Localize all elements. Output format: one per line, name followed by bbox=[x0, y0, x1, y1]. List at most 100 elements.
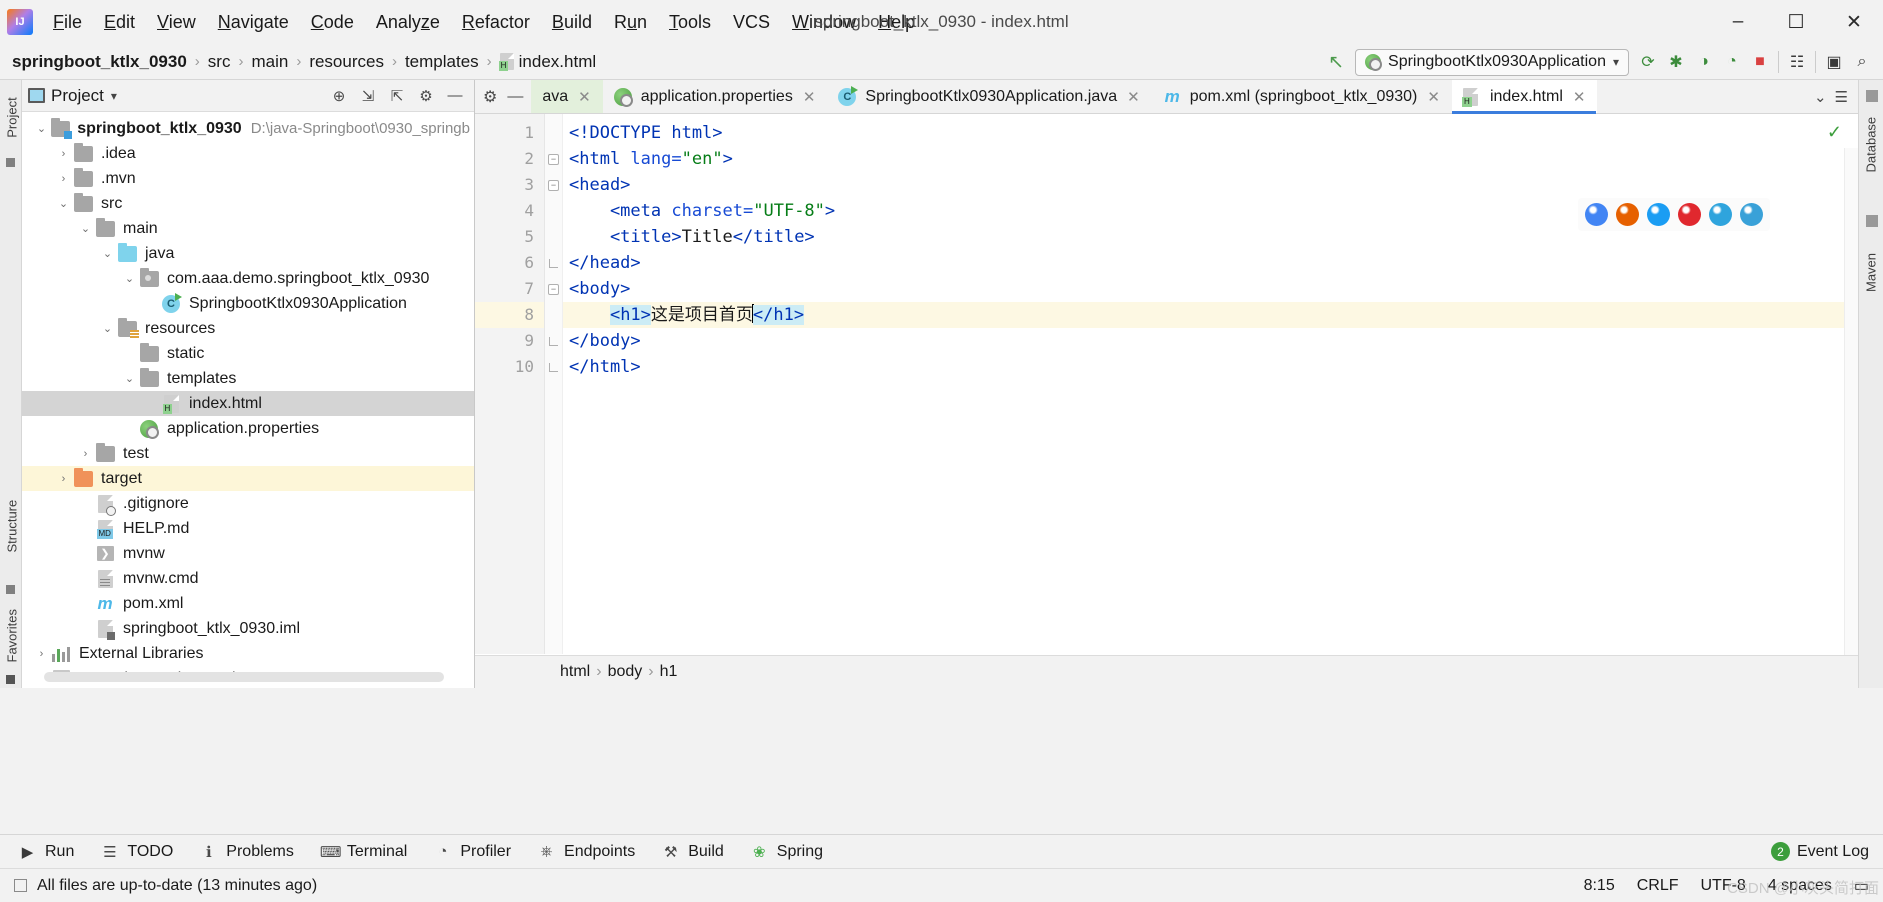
minimize-button[interactable]: – bbox=[1709, 0, 1767, 44]
run-with-coverage-icon[interactable]: ◑ bbox=[1691, 49, 1717, 75]
tree-node-static[interactable]: ›static bbox=[22, 341, 474, 366]
tree-node-springboot-ktlx-0930-iml[interactable]: ›springboot_ktlx_0930.iml bbox=[22, 616, 474, 641]
tree-node-mvnw[interactable]: ›❯mvnw bbox=[22, 541, 474, 566]
tree-node-index-html[interactable]: ›Hindex.html bbox=[22, 391, 474, 416]
tab-close-icon[interactable]: ✕ bbox=[803, 88, 816, 106]
chevron-down-icon[interactable]: ⌄ bbox=[122, 272, 137, 285]
stripe-label-favorites[interactable]: Favorites bbox=[5, 609, 20, 662]
menu-item-file[interactable]: File bbox=[42, 8, 93, 37]
menu-item-navigate[interactable]: Navigate bbox=[207, 8, 300, 37]
tree-node-main[interactable]: ⌄ main bbox=[22, 216, 474, 241]
safari-browser-icon[interactable] bbox=[1647, 203, 1670, 226]
tool-window-button-problems[interactable]: ℹ Problems bbox=[199, 843, 294, 861]
tool-window-button-run[interactable]: ▶ Run bbox=[18, 843, 75, 861]
fold-collapse-icon[interactable]: − bbox=[548, 153, 559, 165]
chevron-down-icon[interactable]: ⌄ bbox=[1814, 88, 1827, 106]
tree-node--mvn[interactable]: › .mvn bbox=[22, 166, 474, 191]
tree-node-src[interactable]: ⌄ src bbox=[22, 191, 474, 216]
code-line[interactable]: <html lang="en"> bbox=[563, 146, 1858, 172]
maven-icon[interactable] bbox=[1866, 215, 1878, 227]
tree-node-springbootktlx0930application[interactable]: ›CSpringbootKtlx0930Application bbox=[22, 291, 474, 316]
expand-all-icon[interactable]: ⇲ bbox=[359, 87, 377, 105]
tree-node-mvnw-cmd[interactable]: ›mvnw.cmd bbox=[22, 566, 474, 591]
tree-node-target[interactable]: › target bbox=[22, 466, 474, 491]
fold-marker[interactable]: − bbox=[545, 146, 562, 172]
close-button[interactable]: ✕ bbox=[1825, 0, 1883, 44]
tree-node-help-md[interactable]: ›MDHELP.md bbox=[22, 516, 474, 541]
fold-collapse-icon[interactable]: − bbox=[548, 283, 559, 295]
tree-node-test[interactable]: › test bbox=[22, 441, 474, 466]
code-line[interactable]: <!DOCTYPE html> bbox=[563, 120, 1858, 146]
stripe-label-maven[interactable]: Maven bbox=[1864, 248, 1879, 298]
tool-window-button-todo[interactable]: ☰ TODO bbox=[100, 843, 173, 861]
code-editor[interactable]: 1 2 3 4 5 6 7 8 9 10 − − − <!DOCTYPE html> <html lan… bbox=[475, 114, 1858, 688]
chevron-right-icon[interactable]: › bbox=[34, 648, 49, 660]
tree-node--idea[interactable]: › .idea bbox=[22, 141, 474, 166]
maximize-button[interactable]: ☐ bbox=[1767, 0, 1825, 44]
stop-icon[interactable]: ■ bbox=[1747, 49, 1773, 75]
fold-marker[interactable] bbox=[545, 198, 562, 224]
search-everywhere-icon[interactable]: ⌕ bbox=[1849, 49, 1875, 75]
hide-icon[interactable]: — bbox=[446, 87, 464, 104]
event-log-button[interactable]: 2 Event Log bbox=[1770, 842, 1869, 861]
database-icon[interactable] bbox=[1866, 90, 1878, 102]
code-line[interactable]: </html> bbox=[563, 354, 1858, 380]
status-memory-icon[interactable] bbox=[14, 879, 27, 892]
tab-close-icon[interactable]: ✕ bbox=[1573, 88, 1586, 106]
run-icon[interactable]: ⟳ bbox=[1635, 49, 1661, 75]
chevron-down-icon[interactable]: ⌄ bbox=[100, 322, 115, 335]
chevron-down-icon[interactable]: ⌄ bbox=[100, 247, 115, 260]
code-line[interactable]: </body> bbox=[563, 328, 1858, 354]
menu-item-refactor[interactable]: Refactor bbox=[451, 8, 541, 37]
editor-breadcrumb-item-html[interactable]: html bbox=[560, 663, 590, 681]
editor-scrollbar[interactable] bbox=[1844, 148, 1858, 688]
breadcrumb-item-0[interactable]: springboot_ktlx_0930 bbox=[8, 50, 191, 74]
tree-node--gitignore[interactable]: ›.gitignore bbox=[22, 491, 474, 516]
fold-marker[interactable] bbox=[545, 328, 562, 354]
breadcrumb-item-1[interactable]: src bbox=[204, 50, 235, 74]
editor-breadcrumb-item-body[interactable]: body bbox=[608, 663, 643, 681]
breadcrumb-item-2[interactable]: main bbox=[247, 50, 292, 74]
inspection-status-icon[interactable]: ✓ bbox=[1827, 122, 1842, 143]
editor-breadcrumb-item-h1[interactable]: h1 bbox=[660, 663, 678, 681]
services-icon[interactable]: ☷ bbox=[1784, 49, 1810, 75]
code-line[interactable]: <h1>这是项目首页</h1> bbox=[563, 302, 1858, 328]
tool-window-button-spring[interactable]: ❀ Spring bbox=[750, 843, 823, 861]
select-opened-file-icon[interactable]: ⊕ bbox=[330, 87, 348, 105]
tree-node-java[interactable]: ⌄ java bbox=[22, 241, 474, 266]
stripe-label-project[interactable]: Project bbox=[5, 93, 20, 143]
chevron-down-icon[interactable]: ▾ bbox=[111, 89, 117, 103]
editor-tab-index-html[interactable]: Hindex.html ✕ bbox=[1451, 80, 1598, 114]
lock-icon[interactable]: ▭ bbox=[1854, 876, 1869, 896]
code-line[interactable]: <body> bbox=[563, 276, 1858, 302]
tree-node-resources[interactable]: ⌄ resources bbox=[22, 316, 474, 341]
fold-marker[interactable] bbox=[545, 302, 562, 328]
tree-node-springboot-ktlx-0930[interactable]: ⌄ springboot_ktlx_0930 D:\java-Springboot\… bbox=[22, 116, 474, 141]
run-configuration-selector[interactable]: SpringbootKtlx0930Application ▾ bbox=[1355, 48, 1629, 76]
menu-item-vcs[interactable]: VCS bbox=[722, 8, 781, 37]
list-icon[interactable]: ☰ bbox=[1835, 88, 1848, 106]
chevron-right-icon[interactable]: › bbox=[56, 148, 71, 160]
chevron-right-icon[interactable]: › bbox=[56, 473, 71, 485]
editor-tab-pom-xml-springboot-ktlx-0930-[interactable]: m pom.xml (springboot_ktlx_0930) ✕ bbox=[1152, 80, 1452, 113]
editor-tab-application-properties[interactable]: application.properties ✕ bbox=[603, 80, 828, 113]
menu-item-run[interactable]: Run bbox=[603, 8, 658, 37]
code-line[interactable]: <head> bbox=[563, 172, 1858, 198]
fold-collapse-icon[interactable]: − bbox=[548, 179, 559, 191]
indent-setting[interactable]: 4 spaces bbox=[1768, 877, 1832, 895]
code-line[interactable]: </head> bbox=[563, 250, 1858, 276]
menu-item-tools[interactable]: Tools bbox=[658, 8, 722, 37]
menu-item-edit[interactable]: Edit bbox=[93, 8, 146, 37]
tool-window-button-terminal[interactable]: ⌨ Terminal bbox=[320, 843, 407, 861]
stripe-label-database[interactable]: Database bbox=[1864, 117, 1879, 173]
tree-node-external-libraries[interactable]: › External Libraries bbox=[22, 641, 474, 666]
editor-tab-springbootktlx0930application-java[interactable]: C SpringbootKtlx0930Application.java ✕ bbox=[827, 80, 1151, 113]
tree-node-application-properties[interactable]: ›application.properties bbox=[22, 416, 474, 441]
fold-marker[interactable] bbox=[545, 120, 562, 146]
line-separator[interactable]: CRLF bbox=[1637, 877, 1679, 895]
profiler-icon[interactable]: ◔ bbox=[1719, 49, 1745, 75]
editor-tab-ava[interactable]: ava ✕ bbox=[531, 80, 603, 113]
tool-window-button-build[interactable]: ⚒ Build bbox=[661, 843, 724, 861]
edge-browser-icon[interactable] bbox=[1740, 203, 1763, 226]
menu-item-code[interactable]: Code bbox=[300, 8, 365, 37]
